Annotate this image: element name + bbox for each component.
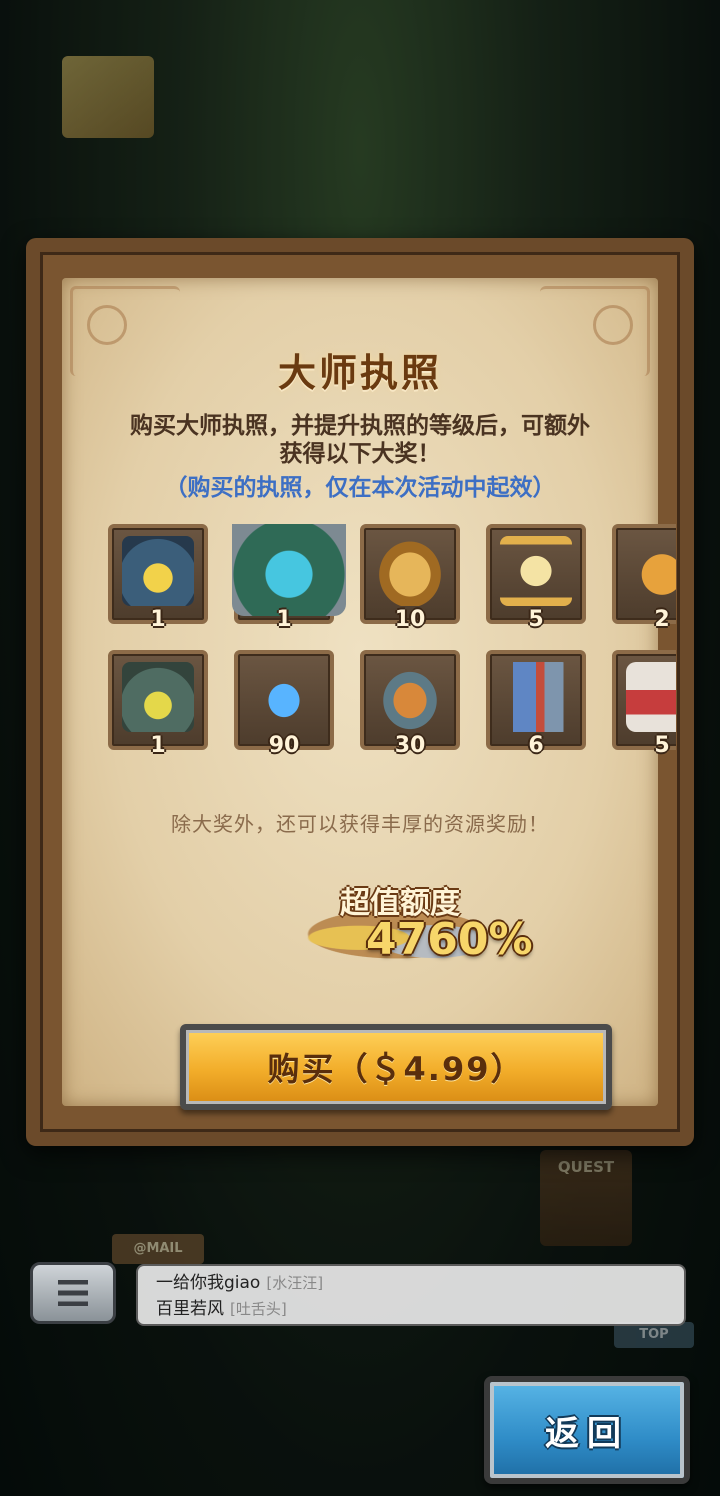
- hourglass-icon: [500, 536, 572, 606]
- reward-slot[interactable]: 5: [612, 650, 676, 758]
- reward-slot[interactable]: 6: [486, 650, 586, 758]
- reward-count: 10: [394, 607, 426, 632]
- factory-machine-icon: [500, 662, 572, 732]
- reward-count: 1: [276, 607, 292, 632]
- dialog-description: 购买大师执照，并提升执照的等级后，可额外获得以下大奖！: [130, 413, 590, 467]
- reward-slot[interactable]: 2: [612, 524, 676, 632]
- menu-icon: [58, 1280, 88, 1306]
- dialog-title: 大师执照: [277, 351, 442, 395]
- reward-count: 1: [150, 607, 166, 632]
- reward-slot[interactable]: 1: [108, 524, 208, 632]
- blue-crystal-icon: [248, 662, 320, 732]
- player-avatar: [62, 56, 154, 138]
- resource-reward-note: 除大奖外，还可以获得丰厚的资源奖励！: [171, 812, 549, 836]
- quest-building: QUEST: [540, 1150, 632, 1246]
- reward-slot[interactable]: 30: [360, 650, 460, 758]
- red-can-icon: [626, 662, 676, 732]
- hero-armored-frog-icon: [122, 536, 194, 606]
- chat-menu-button[interactable]: [30, 1262, 116, 1324]
- back-button-label: 返回: [545, 1413, 629, 1454]
- chat-box[interactable]: 一给你我giao [水汪汪] 百里若风 [吐舌头]: [136, 1264, 686, 1326]
- value-number: 4760%: [366, 914, 533, 965]
- reward-count: 1: [150, 733, 166, 758]
- reward-slot[interactable]: 1: [108, 650, 208, 758]
- reward-count: 90: [268, 733, 300, 758]
- reward-count: 6: [528, 733, 544, 758]
- hero-knight-slime-icon: [232, 524, 346, 616]
- hero-stone-golem-icon: [122, 662, 194, 732]
- reward-count: 30: [394, 733, 426, 758]
- chat-message: 百里若风 [吐舌头]: [156, 1296, 666, 1322]
- golden-vase-icon: [374, 536, 446, 606]
- master-license-dialog: 大师执照 购买大师执照，并提升执照的等级后，可额外获得以下大奖！ （购买的执照，…: [26, 238, 694, 1146]
- reward-slot[interactable]: 1: [232, 524, 346, 632]
- chat-emote-tag: [吐舌头]: [230, 1300, 287, 1318]
- chat-emote-tag: [水汪汪]: [266, 1274, 324, 1292]
- mail-sign: @MAIL: [112, 1234, 204, 1264]
- chat-message: 一给你我giao [水汪汪]: [156, 1270, 666, 1296]
- toolbox-icon: [374, 662, 446, 732]
- chat-message-text: 百里若风: [156, 1299, 224, 1319]
- reward-count: 5: [654, 733, 670, 758]
- chat-message-text: 一给你我giao: [156, 1273, 261, 1293]
- parchment-background: 大师执照 购买大师执照，并提升执照的等级后，可额外获得以下大奖！ （购买的执照，…: [62, 278, 676, 1110]
- reward-slot[interactable]: 90: [234, 650, 334, 758]
- buy-button[interactable]: 购买（＄4.99）: [180, 1024, 612, 1110]
- back-button[interactable]: 返回: [484, 1376, 690, 1484]
- orange-bag-icon: [626, 536, 676, 606]
- reward-slot[interactable]: 5: [486, 524, 586, 632]
- reward-slot[interactable]: 10: [360, 524, 460, 632]
- reward-count: 5: [528, 607, 544, 632]
- value-badge: 超值额度 4760%: [284, 874, 538, 978]
- dialog-note: （购买的执照，仅在本次活动中起效）: [164, 475, 556, 501]
- reward-count: 2: [654, 607, 670, 632]
- buy-button-label: 购买（＄4.99）: [267, 1050, 525, 1088]
- reward-grid[interactable]: 1 1 10 5 2 1 90 30 6 5: [108, 524, 676, 784]
